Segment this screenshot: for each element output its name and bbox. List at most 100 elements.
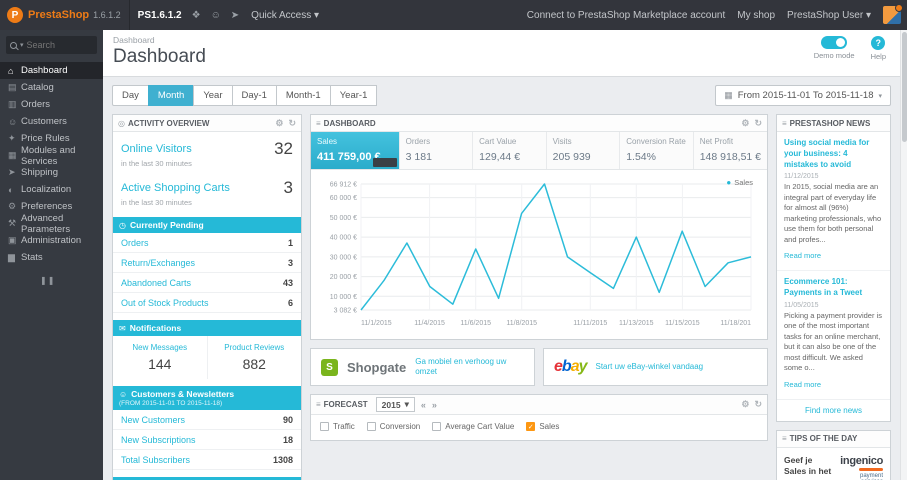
sales-chart-area: ● Sales 66 912 € 60 000 € 50 000 € 40 000 €… [311, 170, 767, 339]
sidebar-item-localization[interactable]: ◐ Localization [0, 181, 103, 198]
gear-icon[interactable]: ⚙ [275, 118, 283, 129]
cart-icon[interactable]: ❖ [192, 10, 201, 21]
profile-icon[interactable]: ☺ [211, 10, 221, 21]
sidebar-item-shipping[interactable]: ➤ Shipping [0, 164, 103, 181]
kpi-net-profit-tab[interactable]: Net Profit 148 918,51 € [693, 132, 768, 169]
date-range-button[interactable]: ▦ From 2015-11-01 To 2015-11-18 ▾ [715, 85, 891, 106]
sidebar-item-stats[interactable]: ▆ Stats [0, 249, 103, 266]
kpi-cart-value-tab[interactable]: Cart Value 129,44 € [473, 132, 547, 169]
kpi-conversion-rate-tab[interactable]: Conversion Rate 1.54% [620, 132, 694, 169]
filter-month-1-button[interactable]: Month-1 [275, 85, 331, 106]
product-reviews-cell[interactable]: Product Reviews 882 [206, 336, 302, 379]
prestashop-logo-icon[interactable]: P [7, 7, 23, 23]
sidebar-item-customers[interactable]: ☺ Customers [0, 113, 103, 130]
my-shop-link[interactable]: My shop [737, 10, 775, 21]
calendar-icon: ▦ [724, 90, 733, 100]
refresh-icon[interactable]: ↻ [288, 118, 296, 129]
ebay-link[interactable]: Start uw eBay-winkel vandaag [596, 362, 704, 372]
read-more-link[interactable]: Read more [784, 380, 821, 389]
topbar-right: Connect to PrestaShop Marketplace accoun… [527, 4, 907, 24]
help-label: Help [870, 52, 886, 61]
kpi-row: Sales 411 759,00 € Orders 3 181 Cart Val… [311, 132, 768, 170]
news-article-title[interactable]: Using social media for your business: 4 … [784, 138, 883, 170]
search-icon [10, 41, 17, 49]
marketplace-link[interactable]: Connect to PrestaShop Marketplace accoun… [527, 10, 725, 21]
forecast-cart-value-checkbox[interactable]: Average Cart Value [432, 422, 514, 431]
new-messages-cell[interactable]: New Messages 144 [113, 336, 207, 379]
shop-name[interactable]: PS1.6.1.2 [138, 10, 182, 21]
sidebar-item-administration[interactable]: ▣ Administration [0, 232, 103, 249]
sidebar-item-modules[interactable]: ▦ Modules and Services [0, 145, 103, 167]
demo-mode-label: Demo mode [813, 51, 855, 60]
sidebar-item-advanced-parameters[interactable]: ⚒ Advanced Parameters [0, 213, 103, 235]
scrollbar-thumb[interactable] [902, 32, 907, 142]
prev-year-icon[interactable]: « [421, 400, 426, 410]
header-tools: Demo mode ? Help [814, 36, 886, 61]
brand-name[interactable]: PrestaShop [28, 9, 89, 21]
read-more-link[interactable]: Read more [784, 251, 821, 260]
filter-month-button[interactable]: Month [147, 85, 195, 106]
sidebar-search[interactable]: ▾ [6, 36, 97, 54]
filter-year-button[interactable]: Year [193, 85, 233, 106]
gear-icon[interactable]: ⚙ [741, 118, 749, 129]
prestashop-news-panel: ≡ PRESTASHOP NEWS Using social media for… [776, 114, 891, 422]
sales-line-chart: 66 912 € 60 000 € 50 000 € 40 000 € 30 000 €… [330, 182, 752, 327]
new-customers-row[interactable]: New Customers 90 [113, 410, 301, 430]
forecast-year-select[interactable]: 2015 ▾ [375, 397, 415, 412]
kpi-visits-tab[interactable]: Visits 205 939 [546, 132, 621, 169]
abandoned-carts-row[interactable]: Abandoned Carts 43 [113, 273, 301, 293]
demo-mode-toggle[interactable] [821, 36, 848, 49]
sidebar-item-dashboard[interactable]: ⌂ Dashboard [0, 62, 103, 79]
forecast-traffic-checkbox[interactable]: Traffic [320, 422, 355, 431]
refresh-icon[interactable]: ↻ [754, 118, 762, 129]
forecast-panel: ≡ FORECAST 2015 ▾ « » ⚙ ↻ Traffic Conver… [310, 394, 768, 441]
next-year-icon[interactable]: » [432, 400, 437, 410]
news-article-title[interactable]: Ecommerce 101: Payments in a Tweet [784, 277, 883, 299]
help-icon[interactable]: ? [871, 36, 886, 50]
news-article: Using social media for your business: 4 … [777, 132, 890, 270]
tips-panel-title: TIPS OF THE DAY [789, 434, 858, 444]
svg-text:11/1/2015: 11/1/2015 [361, 320, 392, 327]
news-article-date: 11/12/2015 [784, 173, 819, 181]
shopgate-link[interactable]: Ga mobiel en verhoog uw omzet [415, 357, 524, 377]
kpi-sales-tab[interactable]: Sales 411 759,00 € [311, 132, 400, 169]
online-visitors-label[interactable]: Online Visitors [121, 143, 192, 155]
price-tag-icon: ✦ [8, 133, 16, 143]
forecast-sales-checkbox[interactable]: ✓ Sales [526, 422, 559, 431]
find-more-news-link[interactable]: Find more news [777, 398, 890, 421]
filter-day-1-button[interactable]: Day-1 [231, 85, 277, 106]
total-subscribers-row[interactable]: Total Subscribers 1308 [113, 450, 301, 470]
page-header: Dashboard Dashboard Demo mode ? Help [103, 30, 900, 77]
new-subscriptions-row[interactable]: New Subscriptions 18 [113, 430, 301, 450]
dashboard-panel-title: DASHBOARD [323, 118, 376, 128]
ebay-module-box[interactable]: ebay Start uw eBay-winkel vandaag [543, 348, 768, 386]
sidebar-item-orders[interactable]: ▥ Orders [0, 96, 103, 113]
refresh-icon[interactable]: ↻ [754, 399, 762, 410]
brand-version: 1.6.1.2 [93, 10, 121, 20]
active-carts-label[interactable]: Active Shopping Carts [121, 182, 230, 194]
page-scrollbar [900, 30, 907, 480]
user-menu[interactable]: PrestaShop User ▾ [787, 10, 871, 21]
out-of-stock-row[interactable]: Out of Stock Products 6 [113, 293, 301, 313]
forecast-conversion-checkbox[interactable]: Conversion [366, 422, 420, 431]
svg-text:40 000 €: 40 000 € [330, 235, 357, 242]
active-carts-metric: Active Shopping Carts 3 in the last 30 m… [113, 171, 301, 210]
shopgate-module-box[interactable]: S Shopgate Ga mobiel en verhoog uw omzet [310, 348, 535, 386]
svg-text:30 000 €: 30 000 € [330, 254, 357, 261]
panel-icon: ≡ [782, 118, 787, 128]
user-avatar[interactable] [883, 4, 903, 24]
customers-icon: ☺ [8, 116, 18, 127]
svg-text:50 000 €: 50 000 € [330, 215, 357, 222]
pending-orders-row[interactable]: Orders 1 [113, 233, 301, 253]
search-input[interactable] [26, 40, 87, 50]
svg-text:11/13/2015: 11/13/2015 [619, 320, 654, 327]
sidebar-collapse-icon[interactable]: ❚❚ [40, 276, 103, 285]
pending-returns-row[interactable]: Return/Exchanges 3 [113, 253, 301, 273]
sidebar-item-catalog[interactable]: ▤ Catalog [0, 79, 103, 96]
filter-day-button[interactable]: Day [112, 85, 149, 106]
filter-year-1-button[interactable]: Year-1 [329, 85, 378, 106]
kpi-orders-tab[interactable]: Orders 3 181 [399, 132, 474, 169]
gear-icon[interactable]: ⚙ [741, 399, 749, 410]
quick-access-menu[interactable]: Quick Access ▾ [251, 10, 319, 21]
launch-icon[interactable]: ➤ [231, 10, 239, 21]
